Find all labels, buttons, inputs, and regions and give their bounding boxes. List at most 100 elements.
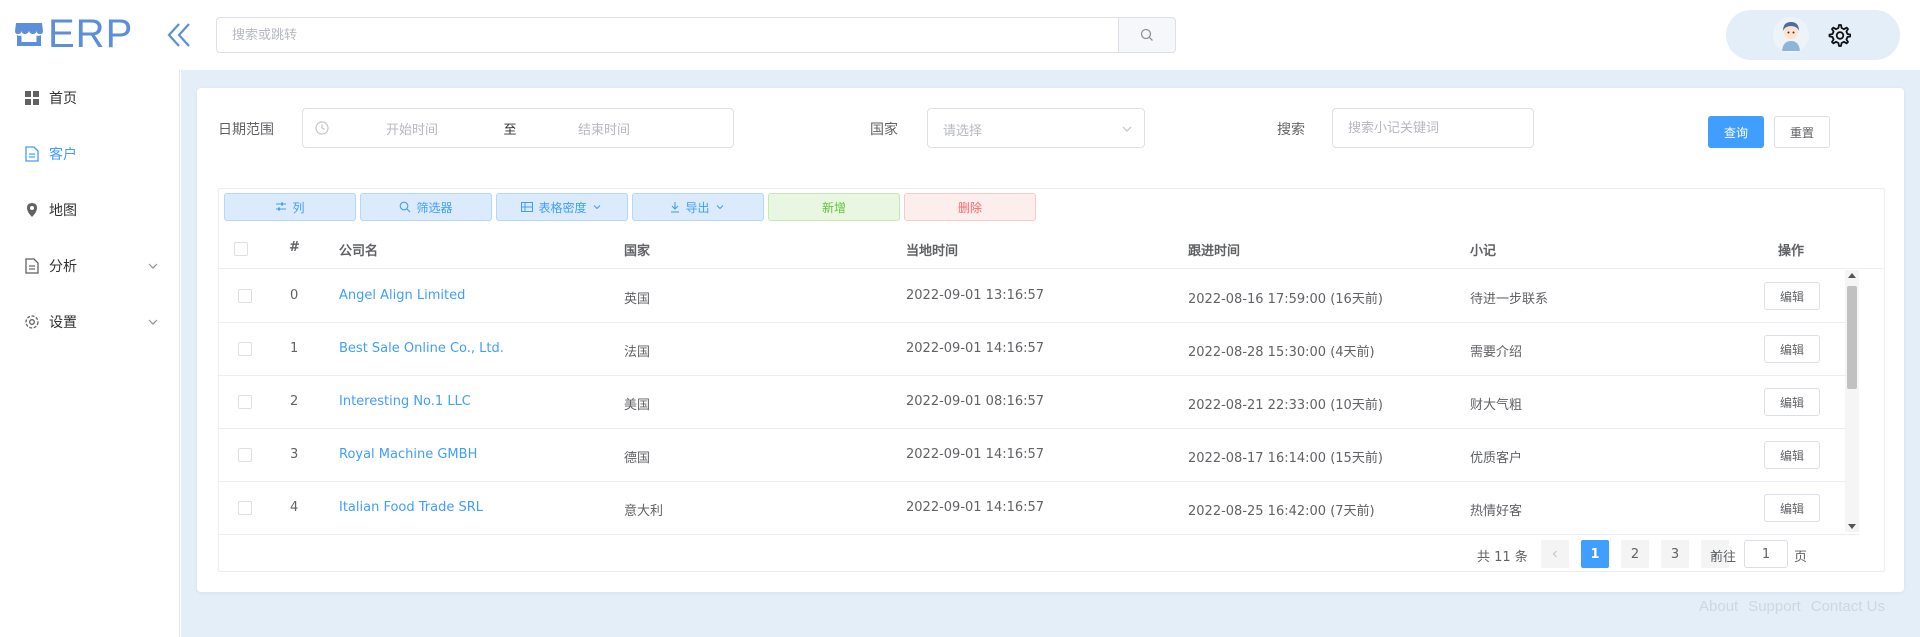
delete-button[interactable]: 删除 — [904, 193, 1036, 221]
prev-page-button[interactable] — [1541, 540, 1569, 568]
sidebar-item-home[interactable]: 首页 — [0, 70, 180, 126]
reset-button[interactable]: 重置 — [1774, 116, 1830, 148]
row-checkbox[interactable] — [238, 448, 252, 462]
note-cell: 财大气粗 — [1470, 398, 1523, 413]
company-link[interactable]: Angel Align Limited — [339, 288, 465, 303]
search-label: 搜索 — [1277, 122, 1305, 138]
document-icon — [24, 258, 40, 274]
company-link[interactable]: Best Sale Online Co., Ltd. — [339, 341, 504, 356]
row-checkbox[interactable] — [238, 501, 252, 515]
follow-time-cell: 2022-08-16 17:59:00 (16天前) — [1188, 292, 1383, 307]
table-row: 0 Angel Align Limited 英国 2022-09-01 13:1… — [219, 270, 1859, 323]
local-time-cell: 2022-09-01 13:16:57 — [906, 288, 1045, 303]
query-button[interactable]: 查询 — [1708, 116, 1764, 148]
download-icon — [671, 202, 680, 213]
edit-button[interactable]: 编辑 — [1764, 441, 1820, 469]
footer-link-about[interactable]: About — [1699, 598, 1738, 615]
search-icon — [400, 201, 411, 213]
company-link[interactable]: Interesting No.1 LLC — [339, 394, 471, 409]
col-header-index: # — [289, 240, 300, 255]
footer-link-support[interactable]: Support — [1748, 598, 1801, 615]
row-checkbox[interactable] — [238, 289, 252, 303]
company-link[interactable]: Italian Food Trade SRL — [339, 500, 483, 515]
store-icon — [15, 23, 43, 46]
col-header-note[interactable]: 小记 — [1470, 240, 1496, 259]
note-search-input[interactable] — [1332, 108, 1534, 148]
col-header-follow-time[interactable]: 跟进时间 — [1188, 240, 1240, 259]
country-select[interactable]: 请选择 — [927, 108, 1145, 148]
select-all-checkbox[interactable] — [234, 242, 248, 256]
table-row: 1 Best Sale Online Co., Ltd. 法国 2022-09-… — [219, 323, 1859, 376]
country-select-placeholder: 请选择 — [943, 124, 983, 139]
col-header-actions: 操作 — [1778, 244, 1805, 259]
row-index: 4 — [290, 500, 299, 515]
row-checkbox[interactable] — [238, 395, 252, 409]
note-cell: 待进一步联系 — [1470, 292, 1549, 307]
page-button-2[interactable]: 2 — [1621, 540, 1649, 568]
chevron-left-icon — [1552, 550, 1557, 558]
add-button[interactable]: 新增 — [768, 193, 900, 221]
table-scrollbar[interactable] — [1845, 270, 1859, 532]
chevron-down-icon — [148, 319, 158, 325]
gear-icon[interactable] — [1827, 23, 1851, 47]
date-end-placeholder[interactable]: 结束时间 — [529, 119, 679, 138]
sidebar-item-label: 分析 — [49, 259, 77, 275]
chevron-down-icon — [148, 263, 158, 269]
follow-time-cell: 2022-08-25 16:42:00 (7天前) — [1188, 504, 1375, 519]
filter-button[interactable]: 筛选器 — [360, 193, 492, 221]
map-pin-icon — [24, 202, 40, 218]
export-button[interactable]: 导出 — [632, 193, 764, 221]
scroll-down-arrow-icon[interactable] — [1848, 524, 1856, 529]
clock-icon — [315, 121, 329, 135]
local-time-cell: 2022-09-01 14:16:57 — [906, 447, 1045, 462]
columns-button[interactable]: 列 — [224, 193, 356, 221]
scroll-thumb[interactable] — [1847, 286, 1857, 389]
col-header-company[interactable]: 公司名 — [339, 240, 378, 259]
global-search-button[interactable] — [1118, 17, 1176, 53]
date-range-label: 日期范围 — [218, 122, 274, 138]
sidebar-item-settings[interactable]: 设置 — [0, 294, 180, 350]
follow-time-cell: 2022-08-17 16:14:00 (15天前) — [1188, 451, 1383, 466]
goto-label: 前往 — [1710, 550, 1737, 565]
density-button[interactable]: 表格密度 — [496, 193, 628, 221]
note-cell: 优质客户 — [1470, 451, 1523, 466]
filter-label: 筛选器 — [416, 200, 453, 215]
edit-button[interactable]: 编辑 — [1764, 282, 1820, 310]
avatar[interactable] — [1773, 17, 1809, 53]
table-toolbar: 列 筛选器 表格密度 导出 新增 删除 — [224, 193, 1036, 221]
sidebar-item-customers[interactable]: 客户 — [0, 126, 180, 182]
edit-button[interactable]: 编辑 — [1764, 494, 1820, 522]
sidebar-item-map[interactable]: 地图 — [0, 182, 180, 238]
delete-label: 删除 — [957, 200, 982, 215]
gear-icon — [24, 314, 40, 330]
date-range-picker[interactable]: 开始时间 至 结束时间 — [302, 108, 734, 148]
main-area: 日期范围 开始时间 至 结束时间 国家 请选择 搜索 查询 重置 列 — [181, 70, 1920, 637]
row-index: 3 — [290, 447, 299, 462]
logo[interactable]: ERP — [14, 12, 133, 56]
country-label: 国家 — [870, 122, 898, 138]
local-time-cell: 2022-09-01 14:16:57 — [906, 341, 1045, 356]
table-row: 4 Italian Food Trade SRL 意大利 2022-09-01 … — [219, 482, 1859, 535]
date-start-placeholder[interactable]: 开始时间 — [337, 119, 487, 138]
chevron-down-icon — [593, 205, 600, 210]
company-link[interactable]: Royal Machine GMBH — [339, 447, 477, 462]
row-checkbox[interactable] — [238, 342, 252, 356]
sidebar-item-analysis[interactable]: 分析 — [0, 238, 180, 294]
country-cell: 德国 — [624, 451, 651, 466]
col-header-country[interactable]: 国家 — [624, 240, 650, 259]
double-chevron-left-icon[interactable] — [166, 20, 192, 50]
edit-button[interactable]: 编辑 — [1764, 335, 1820, 363]
table-icon — [521, 202, 534, 212]
goto-page-input[interactable] — [1744, 540, 1788, 568]
edit-button[interactable]: 编辑 — [1764, 388, 1820, 416]
col-header-local-time[interactable]: 当地时间 — [906, 240, 958, 259]
footer-link-contact[interactable]: Contact Us — [1811, 598, 1885, 615]
scroll-up-arrow-icon[interactable] — [1848, 273, 1856, 278]
table-body: 0 Angel Align Limited 英国 2022-09-01 13:1… — [219, 270, 1884, 535]
pagination-total: 共 11 条 — [1477, 550, 1528, 565]
global-search-input[interactable] — [216, 17, 1118, 53]
page-suffix: 页 — [1794, 550, 1808, 565]
page-button-3[interactable]: 3 — [1661, 540, 1689, 568]
density-label: 表格密度 — [538, 200, 587, 215]
page-button-1[interactable]: 1 — [1581, 540, 1609, 568]
